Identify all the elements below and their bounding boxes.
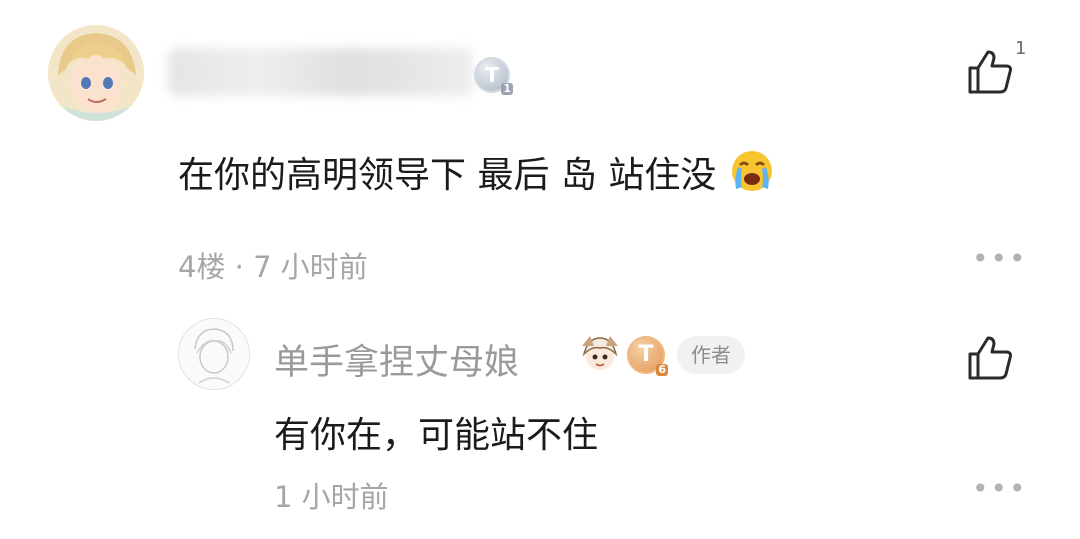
thumbs-up-icon [968,336,1012,380]
reply-text[interactable]: 有你在，可能站不住 [274,406,598,458]
reply-level-letter: T [638,342,654,367]
more-dots-icon[interactable]: ••• [972,242,1028,275]
level-badge-letter: T [485,63,499,87]
reply-avatar[interactable] [178,318,250,390]
comment-body: 在你的高明领导下 最后 岛 站住没 [178,155,717,196]
like-count: 1 [1015,38,1027,59]
username-blurred[interactable] [168,48,473,96]
reply-level-badge: T 6 [627,336,668,376]
reply-level-number: 6 [656,363,668,376]
reply-more-dots-icon[interactable]: ••• [972,472,1028,505]
crying-face-icon [730,149,774,202]
reply-like-button[interactable] [966,334,1016,384]
like-button[interactable] [966,48,1016,98]
comment-text[interactable]: 在你的高明领导下 最后 岛 站住没 [178,146,774,202]
level-badge-number: 1 [501,82,513,95]
thumbs-up-icon [968,50,1012,94]
comment-meta: 4楼 · 7 小时前 [178,250,368,284]
user-avatar[interactable] [48,25,144,121]
character-icon [578,332,622,376]
reply-username[interactable]: 单手拿捏丈母娘 [274,334,519,385]
level-badge: T 1 [474,57,513,95]
reply-meta: 1 小时前 [274,480,389,514]
author-tag: 作者 [677,336,745,374]
